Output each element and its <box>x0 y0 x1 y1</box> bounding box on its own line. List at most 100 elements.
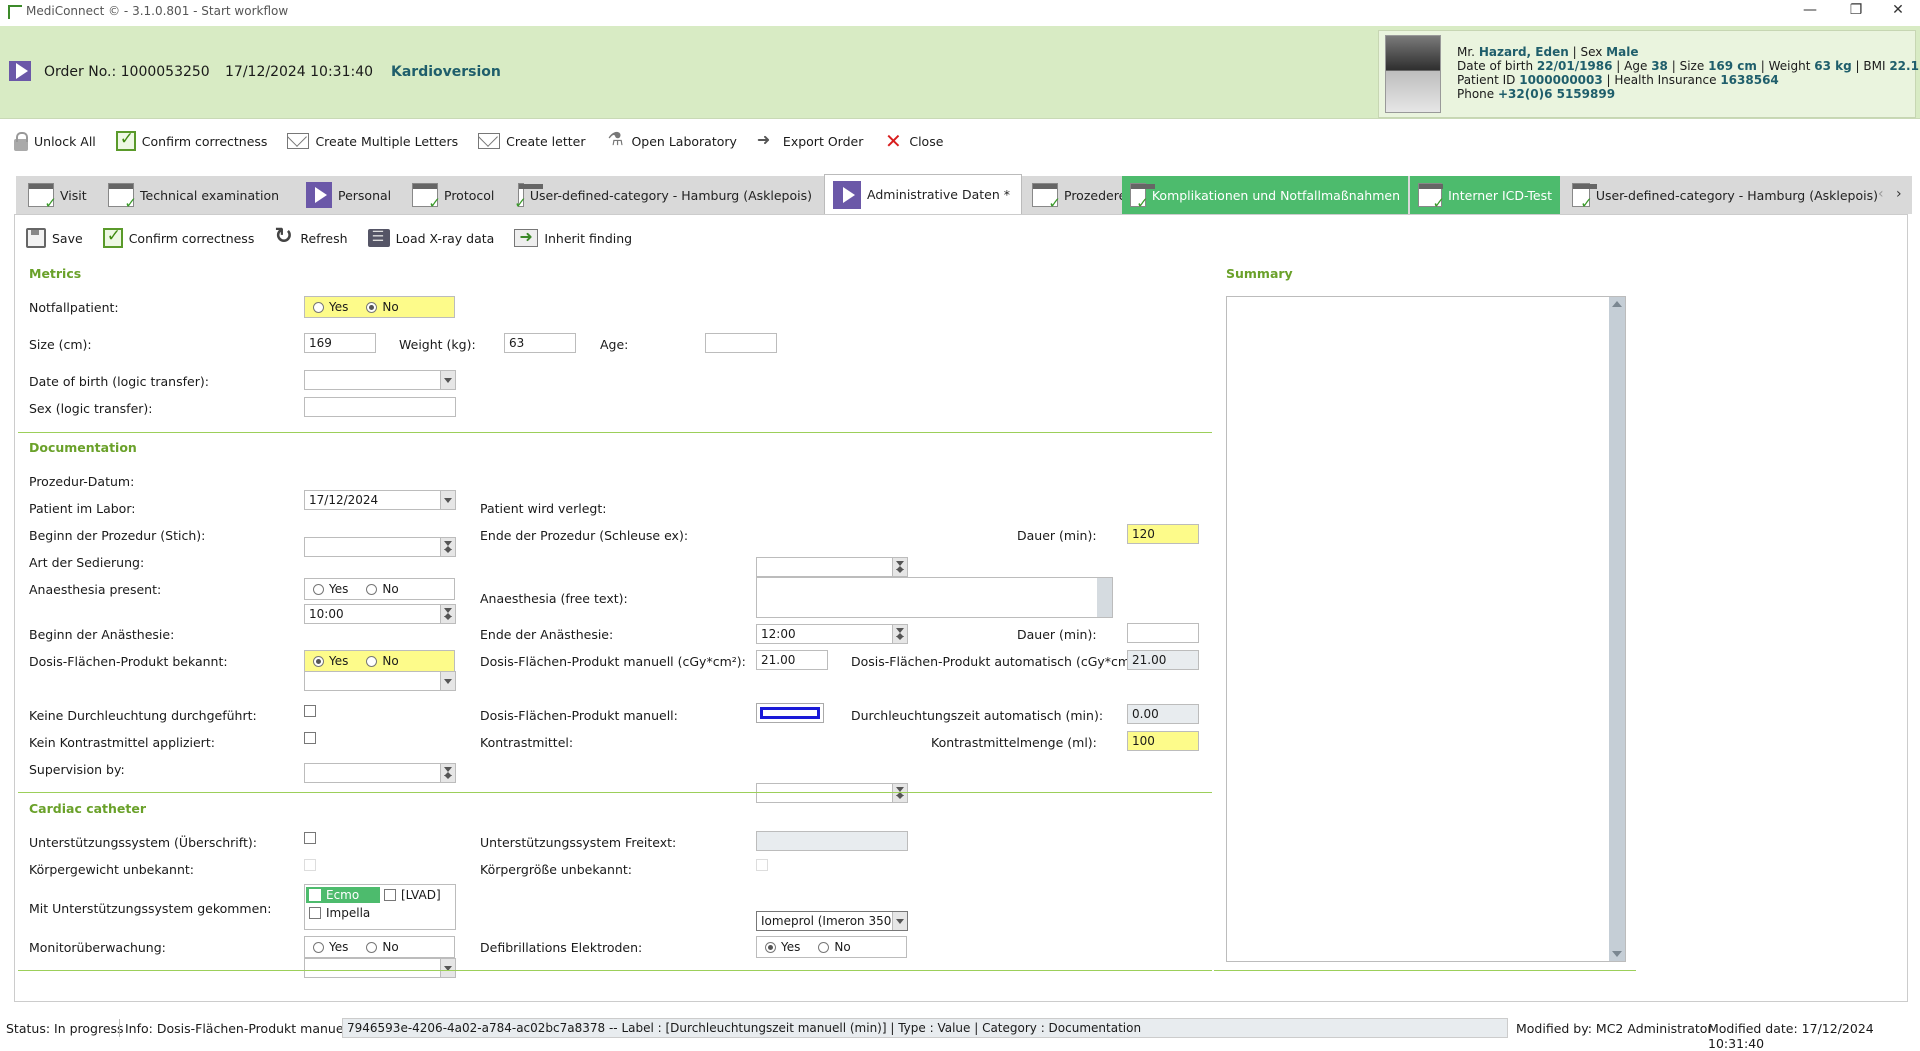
supervision-dropdown[interactable] <box>304 958 456 978</box>
export-icon <box>757 130 777 151</box>
close-window-button[interactable]: ✕ <box>1878 2 1918 22</box>
save-button[interactable]: Save <box>18 224 95 252</box>
unterstuetzung-checkbox[interactable] <box>304 832 316 844</box>
notfallpatient-yes-radio[interactable]: Yes <box>313 300 348 314</box>
create-letter-button[interactable]: Create letter <box>470 127 597 155</box>
create-multiple-letters-button[interactable]: Create Multiple Letters <box>279 127 470 155</box>
chevron-down-icon <box>440 959 455 977</box>
monitor-yes-radio[interactable]: Yes <box>313 940 348 954</box>
confirm-correctness-button[interactable]: Confirm correctness <box>108 127 280 155</box>
tab-visit[interactable]: Visit <box>20 176 98 214</box>
tabs-scroll-left[interactable]: ‹ <box>1878 186 1884 202</box>
dfp-manuell-label: Dosis-Flächen-Produkt manuell (cGy*cm²): <box>480 654 746 669</box>
mit-unterstuetzung-checklist: Ecmo [LVAD] Impella <box>304 884 456 930</box>
unlock-all-button[interactable]: Unlock All <box>6 127 108 155</box>
load-xray-button[interactable]: Load X-ray data <box>360 224 507 252</box>
spinner-arrows-icon <box>892 558 907 576</box>
summary-scrollbar[interactable] <box>1609 297 1625 961</box>
ende-anaesthesie-spinner[interactable] <box>756 783 908 803</box>
tab-komplikationen[interactable]: Komplikationen und Notfallmaßnahmen <box>1122 176 1408 214</box>
tab-technical-examination[interactable]: Technical examination <box>100 176 296 214</box>
monitor-no-radio[interactable]: No <box>366 940 399 954</box>
keine-durchleuchtung-label: Keine Durchleuchtung durchgeführt: <box>29 708 257 723</box>
tab-user-defined-2[interactable]: User-defined-category - Hamburg (Asklepo… <box>1564 176 1886 214</box>
durchleuchtungszeit-label: Durchleuchtungszeit automatisch (min): <box>851 708 1104 723</box>
tab-personal[interactable]: Personal <box>298 176 402 214</box>
refresh-button[interactable]: Refresh <box>266 224 359 252</box>
tab-prozedere[interactable]: Prozedere <box>1024 176 1136 214</box>
inherit-finding-button[interactable]: Inherit finding <box>506 224 644 252</box>
age-input[interactable] <box>705 333 777 353</box>
dfp-bekannt-no-radio[interactable]: No <box>366 654 399 668</box>
tabs-scroll-right[interactable]: › <box>1896 186 1902 202</box>
dfp-auto-input: 21.00 <box>1127 650 1199 670</box>
form-confirm-correctness-button[interactable]: Confirm correctness <box>95 224 267 252</box>
blue-swatch <box>760 707 820 719</box>
patient-info: Mr. Hazard, Eden | Sex Male Date of birt… <box>1457 45 1919 101</box>
status-text: Status: In progress <box>6 1021 124 1036</box>
close-order-button[interactable]: ✕ Close <box>875 127 955 155</box>
option-lvad[interactable]: [LVAD] <box>381 887 441 903</box>
dfp-bekannt-radio-group: Yes No <box>304 650 455 672</box>
weight-label: Weight (kg): <box>399 337 476 352</box>
dauer-input[interactable]: 120 <box>1127 524 1199 544</box>
patient-labor-spinner[interactable] <box>304 537 456 557</box>
category-tabs: Visit Technical examination Personal Pro… <box>16 174 1912 214</box>
anaesthesia-free-textarea[interactable] <box>756 577 1113 618</box>
patient-card[interactable]: Mr. Hazard, Eden | Sex Male Date of birt… <box>1378 30 1919 118</box>
kontrastmittelmenge-input[interactable]: 100 <box>1127 731 1199 751</box>
kein-kontrastmittel-checkbox[interactable] <box>304 732 316 744</box>
dfp-bekannt-yes-radio[interactable]: Yes <box>313 654 348 668</box>
size-input[interactable]: 169 <box>304 333 376 353</box>
textarea-scrollbar[interactable] <box>1097 578 1112 617</box>
scroll-down-icon[interactable] <box>1612 951 1622 957</box>
open-laboratory-button[interactable]: Open Laboratory <box>597 127 748 155</box>
anaesthesia-yes-radio[interactable]: Yes <box>313 582 348 596</box>
dfp-bekannt-label: Dosis-Flächen-Produkt bekannt: <box>29 654 228 669</box>
main-toolbar: Unlock All Confirm correctness Create Mu… <box>6 126 955 156</box>
sex-logic-input[interactable] <box>304 397 456 417</box>
dfp-manuell-input[interactable]: 21.00 <box>756 650 828 670</box>
dfp-manuell2-color-input[interactable] <box>756 703 824 723</box>
restore-button[interactable]: ❐ <box>1836 2 1876 22</box>
flask-icon <box>605 129 625 151</box>
anaesthesia-no-radio[interactable]: No <box>366 582 399 596</box>
modified-date: Modified date: 17/12/2024 10:31:40 <box>1708 1021 1874 1051</box>
defi-label: Defibrillations Elektroden: <box>480 940 643 955</box>
supervision-label: Supervision by: <box>29 762 125 777</box>
tab-administrative-daten[interactable]: Administrative Daten * <box>824 174 1022 214</box>
sedierung-dropdown[interactable] <box>304 671 456 691</box>
tab-interner-icd-test[interactable]: Interner ICD-Test <box>1410 176 1560 214</box>
ende-prozedur-spinner[interactable]: 12:00 <box>756 624 908 644</box>
dfp-auto-label: Dosis-Flächen-Produkt automatisch (cGy*c… <box>851 654 1145 669</box>
beginn-anaesthesie-spinner[interactable] <box>304 763 456 783</box>
export-order-button[interactable]: Export Order <box>749 127 875 155</box>
weight-input[interactable]: 63 <box>504 333 576 353</box>
option-impella[interactable]: Impella <box>306 905 370 921</box>
cardiac-section-title: Cardiac catheter <box>29 801 147 816</box>
chevron-down-icon <box>440 491 455 509</box>
play-icon[interactable] <box>9 61 31 81</box>
anaesthesia-present-label: Anaesthesia present: <box>29 582 162 597</box>
minimize-button[interactable]: — <box>1790 2 1830 22</box>
tab-user-defined-1[interactable]: User-defined-category - Hamburg (Asklepo… <box>510 176 820 214</box>
dfp-manuell2-label: Dosis-Flächen-Produkt manuell: <box>480 708 678 723</box>
prozedur-datum-dropdown[interactable]: 17/12/2024 <box>304 490 456 510</box>
kontrastmittel-dropdown[interactable]: Iomeprol (Imeron 350) <box>756 911 908 931</box>
refresh-icon <box>274 224 294 249</box>
spinner-arrows-icon <box>440 605 455 623</box>
beginn-prozedur-spinner[interactable]: 10:00 <box>304 604 456 624</box>
verlegt-spinner[interactable] <box>756 557 908 577</box>
option-ecmo[interactable]: Ecmo <box>306 887 380 903</box>
summary-textbox[interactable] <box>1226 296 1626 962</box>
defi-yes-radio[interactable]: Yes <box>765 940 800 954</box>
envelope-icon <box>478 133 501 149</box>
envelope-icon <box>287 133 310 149</box>
keine-durchleuchtung-checkbox[interactable] <box>304 705 316 717</box>
dob-logic-dropdown[interactable] <box>304 370 456 390</box>
scroll-up-icon[interactable] <box>1612 301 1622 307</box>
defi-no-radio[interactable]: No <box>818 940 851 954</box>
notfallpatient-no-radio[interactable]: No <box>366 300 399 314</box>
dauer-anaesthesie-input[interactable] <box>1127 623 1199 643</box>
tab-protocol[interactable]: Protocol <box>404 176 508 214</box>
